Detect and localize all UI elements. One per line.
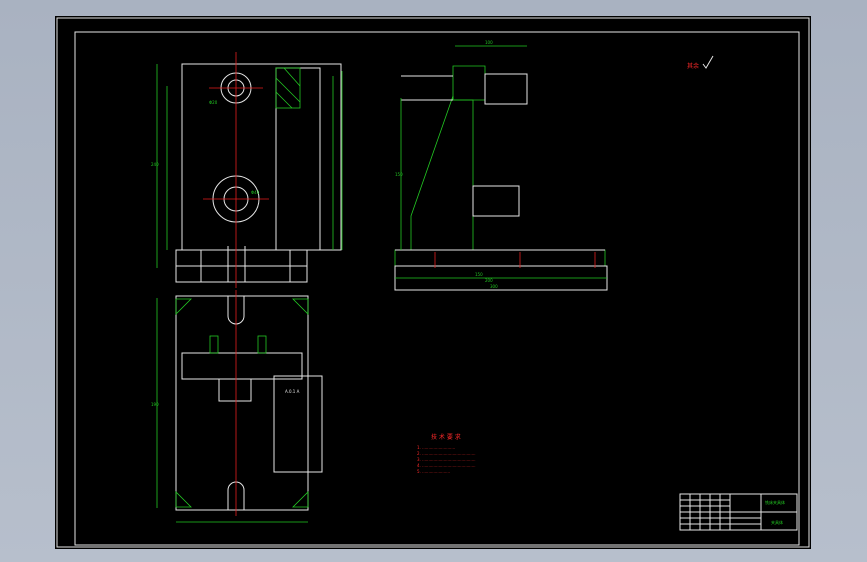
note-line-5: 5. ...................... [417,469,450,474]
note-line-1: 1. .......................... [417,445,455,450]
top-view-outline [181,63,342,251]
dim-dia-1: Φ20 [209,100,218,105]
dim-side-base-3: 300 [490,284,498,289]
title-drawing-no: 夹具体 [771,519,783,525]
title-block: 铣床夹具体 夹具体 [679,493,798,531]
side-slot [275,67,321,251]
roughness-symbol: 其余 [687,55,714,70]
hatched-bore [275,67,301,109]
plan-outline [175,295,309,511]
svg-text:A.0.1 A: A.0.1 A [285,389,300,394]
drawing-canvas: 240 Φ40 Φ20 190 A.0.1 A 150 150 200 300 … [56,17,810,548]
side-view: 150 150 200 300 100 [394,40,608,291]
drawing-sheet: 240 Φ40 Φ20 190 A.0.1 A 150 150 200 300 … [55,16,811,549]
notes-heading: 技 术 要 求 [431,433,461,441]
plan-view: 190 A.0.1 A [151,290,323,523]
dim-side-height: 150 [395,172,403,177]
side-head [452,65,486,101]
plan-crossbar [181,352,303,380]
side-rib [410,95,474,251]
dim-side-base-2: 200 [485,278,493,283]
note-line-4: 4. .....................................… [417,463,476,468]
dim-side-top: 100 [485,40,493,45]
technical-notes: 技 术 要 求 1. .......................... 2.… [417,433,476,474]
title-name: 铣床夹具体 [765,499,785,505]
note-line-3: 3. .....................................… [417,457,476,462]
side-base [394,249,606,267]
roughness-check-icon [702,55,714,69]
note-line-2: 2. .....................................… [417,451,476,456]
dim-plan-height: 240 [151,162,159,167]
roughness-label: 其余 [687,62,699,70]
top-view: 240 Φ40 Φ20 [151,52,343,288]
cad-viewport: 240 Φ40 Φ20 190 A.0.1 A 150 150 200 300 … [0,0,867,562]
dim-side-base-1: 150 [475,272,483,277]
dim-plan-width: 190 [151,402,159,407]
dim-dia-2: Φ40 [251,190,260,195]
